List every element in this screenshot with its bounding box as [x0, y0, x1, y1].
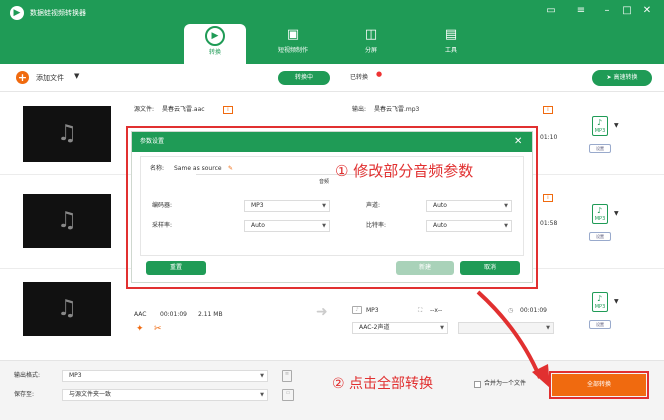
audio-track-select[interactable]: AAC-2声道 [352, 322, 448, 334]
name-label: 名称: [150, 165, 165, 172]
subtab-converting[interactable]: 转换中 [278, 71, 330, 85]
maximize-icon[interactable]: □ [620, 4, 634, 18]
tab-label: 转换 [208, 49, 221, 56]
output-info-icon[interactable]: i [543, 194, 553, 202]
app-title: 数据蛙视频转换器 [30, 9, 86, 17]
file-size: 2.11 MB [198, 311, 223, 318]
resolution-icon: ⛶ [418, 307, 423, 314]
tab-convert[interactable]: ▶ 转换 [184, 24, 246, 64]
encoder-label: 编码器: [152, 202, 173, 209]
chevron-down-icon[interactable]: ▼ [74, 72, 79, 80]
cancel-button[interactable]: 取消 [460, 261, 520, 275]
tab-short-video[interactable]: ▣ 短视频制作 [262, 24, 324, 64]
subtab-converted[interactable]: 已转换 [350, 72, 368, 84]
title-bar [0, 0, 664, 64]
format-mp3-icon[interactable]: MP3 [592, 116, 608, 136]
music-note-icon: ♫ [57, 208, 77, 233]
channel-label: 声道: [366, 202, 381, 209]
name-input[interactable]: Same as source [174, 164, 222, 174]
split-screen-icon: ◫ [364, 27, 378, 42]
app-logo-icon: ▶ [10, 6, 24, 20]
annotation-step-1: ① 修改部分音频参数 [335, 162, 474, 180]
music-note-icon: ♫ [57, 296, 77, 321]
scissors-icon[interactable]: ✂ [154, 324, 162, 334]
output-filename: 昊春云飞雷.mp3 [374, 106, 420, 113]
duration: 01:10 [540, 134, 558, 141]
convert-all-button[interactable]: 全部转换 [552, 374, 646, 396]
dialog-header [132, 132, 532, 152]
settings-button[interactable]: 设置 [589, 320, 611, 329]
tab-label: 短视频制作 [277, 47, 308, 54]
audio-file-icon: ♪ [352, 306, 362, 314]
fast-convert-label: 高速转换 [613, 74, 638, 81]
output-resolution: --x-- [430, 307, 443, 314]
dialog-title: 参数设置 [140, 138, 165, 145]
music-thumbnail[interactable]: ♫ [23, 282, 111, 336]
bitrate-label: 比特率: [366, 222, 387, 229]
format-mp3-icon[interactable]: MP3 [592, 292, 608, 312]
info-icon[interactable]: i [223, 106, 233, 114]
format-dropdown-icon[interactable]: ▼ [614, 122, 619, 129]
format-mp3-icon[interactable]: MP3 [592, 204, 608, 224]
annotation-step-2: ② 点击全部转换 [332, 376, 434, 392]
source-duration: 00:01:09 [160, 311, 187, 318]
subtitle-select[interactable] [458, 322, 554, 334]
magic-wand-icon[interactable]: ✦ [136, 324, 144, 334]
tab-label: 工具 [444, 47, 457, 54]
format-label: MP3 [594, 216, 606, 222]
samplerate-label: 采样率: [152, 222, 173, 229]
convert-icon: ▶ [205, 26, 225, 46]
reset-button[interactable]: 重置 [146, 261, 206, 275]
toolbox-icon: ▤ [444, 27, 458, 42]
new-dot-icon: ● [376, 70, 383, 78]
encoder-select[interactable]: MP3 [244, 200, 330, 212]
arrow-right-icon: ➜ [316, 304, 328, 320]
add-file-icon[interactable]: + [16, 71, 29, 84]
merge-label: 合并为一个文件 [484, 380, 527, 387]
tab-split-screen[interactable]: ◫ 分屏 [340, 24, 402, 64]
new-preset-button[interactable]: 新建 [396, 261, 454, 275]
format-dropdown-icon[interactable]: ▼ [614, 210, 619, 217]
format-settings-icon[interactable]: ≡ [282, 370, 292, 382]
output-format: MP3 [366, 307, 379, 314]
source-label: 源文件: [134, 106, 155, 113]
tab-label: 分屏 [364, 47, 377, 54]
save-to-select[interactable]: 与源文件夹一致 [62, 389, 268, 401]
minimize-icon[interactable]: – [600, 4, 614, 18]
music-note-icon: ♫ [57, 121, 77, 146]
format-dropdown-icon[interactable]: ▼ [614, 298, 619, 305]
source-filename: 昊春云飞雷.aac [162, 106, 205, 113]
toolbar [0, 64, 664, 92]
format-label: MP3 [594, 304, 606, 310]
music-thumbnail[interactable]: ♫ [23, 194, 111, 248]
output-duration: 00:01:09 [520, 307, 547, 314]
samplerate-select[interactable]: Auto [244, 220, 330, 232]
folder-icon[interactable]: ▭ [282, 389, 294, 401]
tab-tools[interactable]: ▤ 工具 [420, 24, 482, 64]
bitrate-select[interactable]: Auto [426, 220, 512, 232]
menu-icon[interactable]: ≡ [574, 4, 588, 18]
music-thumbnail[interactable]: ♫ [23, 106, 111, 162]
settings-button[interactable]: 设置 [589, 232, 611, 241]
fast-convert-button[interactable]: ➤ 高速转换 [592, 70, 652, 86]
add-file-button[interactable]: 添加文件 [36, 73, 64, 83]
settings-button[interactable]: 设置 [589, 144, 611, 153]
save-to-label: 保存至: [14, 391, 35, 398]
channel-select[interactable]: Auto [426, 200, 512, 212]
duration: 01:58 [540, 220, 558, 227]
clock-icon: ◷ [508, 307, 514, 314]
short-video-icon: ▣ [286, 27, 300, 42]
output-format-label: 输出格式: [14, 372, 41, 379]
output-format-select[interactable]: MP3 [62, 370, 268, 382]
feedback-icon[interactable]: ▭ [544, 4, 558, 18]
close-icon[interactable]: ✕ [640, 4, 654, 18]
dialog-close-icon[interactable]: ✕ [514, 132, 522, 152]
merge-checkbox[interactable] [474, 381, 481, 388]
edit-pencil-icon[interactable]: ✎ [228, 164, 233, 174]
format-label: MP3 [594, 128, 606, 134]
output-label: 输出: [352, 106, 367, 113]
section-audio-label: 音频 [319, 179, 330, 185]
output-info-icon[interactable]: i [543, 106, 553, 114]
codec: AAC [134, 311, 147, 318]
